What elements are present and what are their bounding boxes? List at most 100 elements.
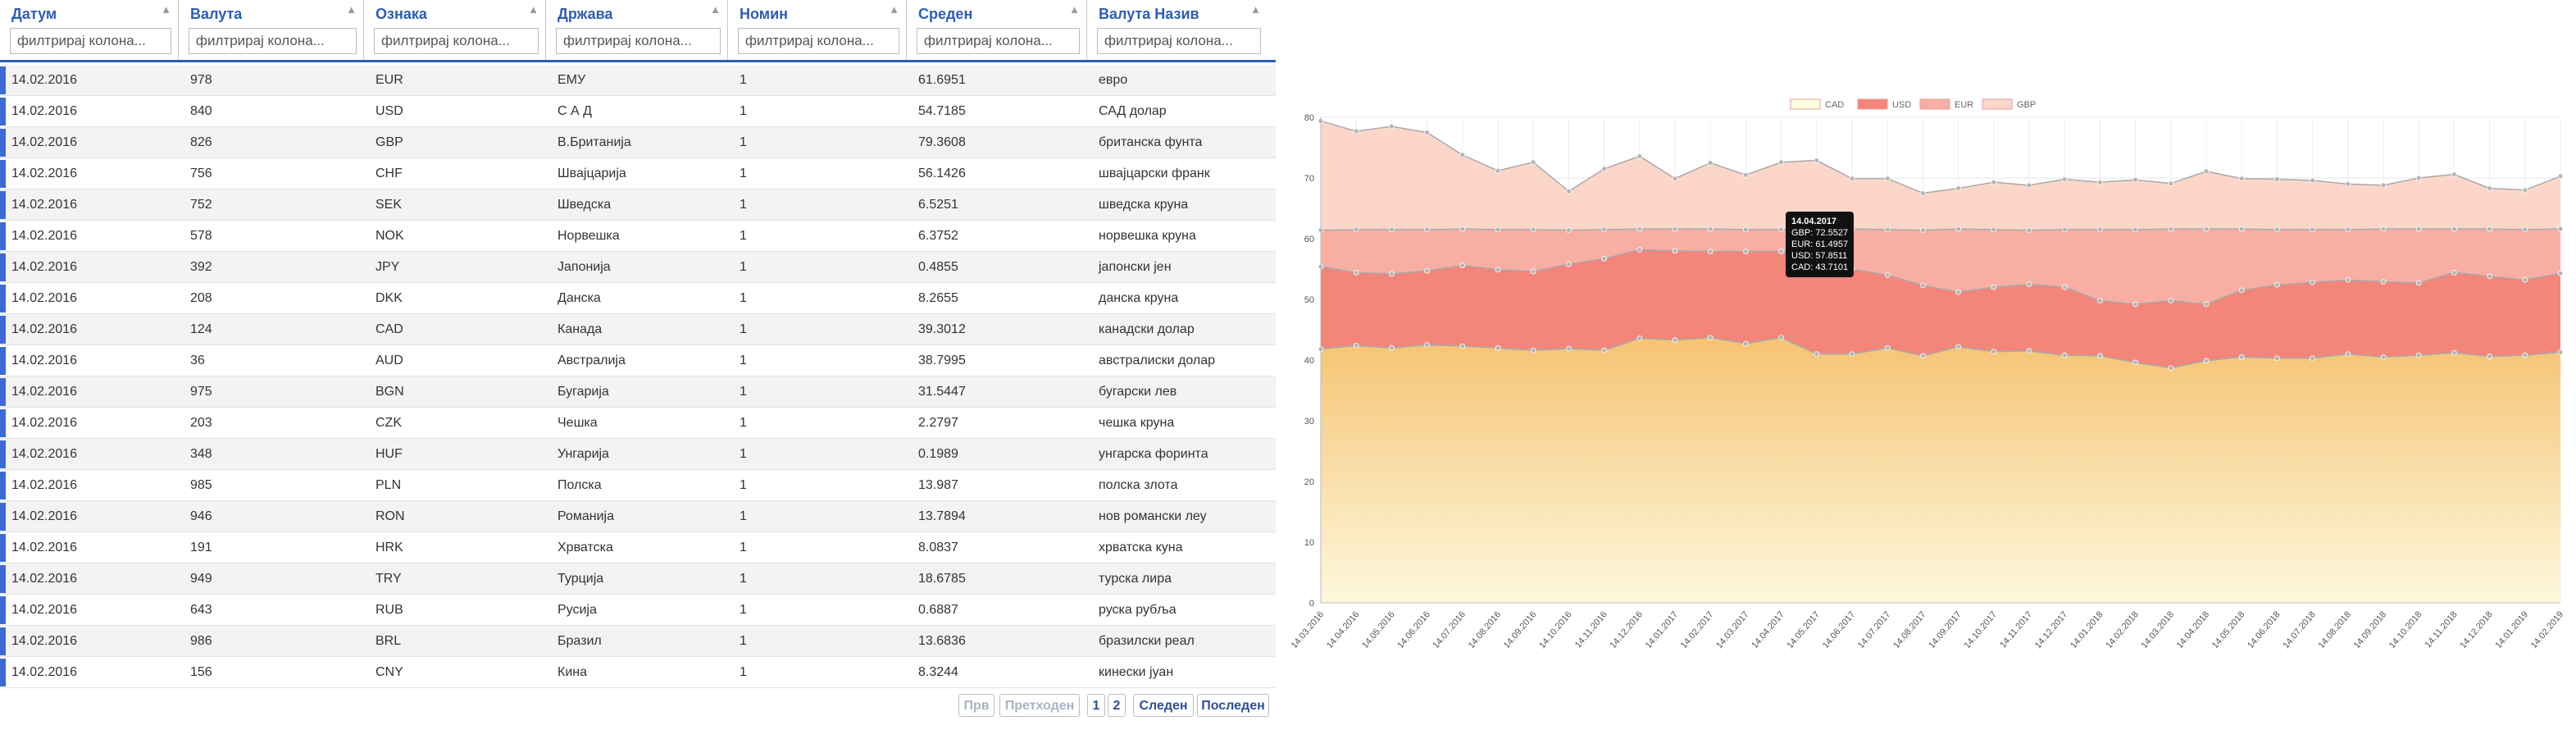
tooltip-title: 14.04.2017 bbox=[1791, 217, 1837, 226]
data-point bbox=[2522, 276, 2528, 283]
table-cell: 0.6887 bbox=[918, 603, 958, 617]
table-cell: 1 bbox=[740, 634, 747, 648]
data-point bbox=[2451, 171, 2457, 177]
table-row[interactable]: 14.02.2016 124 CAD Канада 1 39.3012 канадски д… bbox=[0, 314, 1276, 345]
column-header-middle-rate[interactable]: Среден ▲ bbox=[907, 0, 1087, 60]
data-point bbox=[1778, 335, 1784, 341]
table-row[interactable]: 14.02.2016 156 CNY Кина 1 8.3244 кинески јуан bbox=[0, 657, 1276, 688]
sort-icon[interactable]: ▲ bbox=[346, 3, 357, 16]
sort-icon[interactable]: ▲ bbox=[1250, 3, 1261, 16]
column-title-country[interactable]: Држава bbox=[558, 6, 612, 23]
table-cell: 31.5447 bbox=[918, 385, 966, 399]
data-point bbox=[1495, 267, 1501, 273]
table-row[interactable]: 14.02.2016 986 BRL Бразил 1 13.6836 бразилски … bbox=[0, 626, 1276, 657]
table-cell: 348 bbox=[190, 447, 212, 461]
table-cell: данска круна bbox=[1099, 291, 1179, 305]
column-header-nominal[interactable]: Номин ▲ bbox=[728, 0, 907, 60]
data-point bbox=[1459, 152, 1466, 158]
filter-input-country[interactable] bbox=[556, 28, 721, 54]
table-row[interactable]: 14.02.2016 392 JPY Јапонија 1 0.4855 јапонски … bbox=[0, 252, 1276, 283]
table-row[interactable]: 14.02.2016 348 HUF Унгарија 1 0.1989 унгарска … bbox=[0, 439, 1276, 470]
filter-input-currency-name[interactable] bbox=[1097, 28, 1261, 54]
sort-icon[interactable]: ▲ bbox=[528, 3, 539, 16]
table-row[interactable]: 14.02.2016 578 NOK Норвешка 1 6.3752 норвешка … bbox=[0, 221, 1276, 252]
table-cell: DKK bbox=[375, 291, 403, 305]
table-row[interactable]: 14.02.2016 840 USD С А Д 1 54.7185 САД долар bbox=[0, 96, 1276, 127]
table-row[interactable]: 14.02.2016 36 AUD Австралија 1 38.7995 австрал… bbox=[0, 345, 1276, 376]
table-row[interactable]: 14.02.2016 826 GBP В.Британија 1 79.3608 брита… bbox=[0, 127, 1276, 158]
page-1-button[interactable]: 1 bbox=[1087, 694, 1105, 717]
data-point bbox=[1955, 289, 1961, 295]
sort-icon[interactable]: ▲ bbox=[710, 3, 721, 16]
table-cell: 13.7894 bbox=[918, 509, 966, 523]
column-header-currency[interactable]: Валута ▲ bbox=[179, 0, 364, 60]
table-row[interactable]: 14.02.2016 191 HRK Хрватска 1 8.0837 хрватска … bbox=[0, 532, 1276, 563]
table-row[interactable]: 14.02.2016 643 RUB Русија 1 0.6887 руска рубља bbox=[0, 595, 1276, 626]
column-header-date[interactable]: Датум ▲ bbox=[0, 0, 179, 60]
data-point bbox=[1991, 349, 1997, 355]
table-cell: нов романски леу bbox=[1099, 509, 1207, 523]
data-point bbox=[2415, 175, 2422, 181]
filter-input-nominal[interactable] bbox=[738, 28, 899, 54]
x-tick-label: 14.08.2018 bbox=[2317, 609, 2354, 650]
row-marker bbox=[0, 440, 6, 468]
data-point bbox=[2203, 358, 2210, 364]
page-2-button[interactable]: 2 bbox=[1108, 694, 1126, 717]
sort-icon[interactable]: ▲ bbox=[161, 3, 171, 16]
x-tick-label: 14.11.2017 bbox=[1998, 609, 2034, 650]
filter-input-code[interactable] bbox=[374, 28, 539, 54]
x-tick-label: 14.01.2019 bbox=[2494, 609, 2531, 650]
table-row[interactable]: 14.02.2016 949 TRY Турција 1 18.6785 турска ли… bbox=[0, 563, 1276, 595]
filter-input-currency[interactable] bbox=[189, 28, 357, 54]
column-header-code[interactable]: Ознака ▲ bbox=[364, 0, 546, 60]
data-point bbox=[1920, 190, 1926, 196]
x-tick-label: 14.06.2018 bbox=[2246, 609, 2282, 650]
previous-page-button[interactable]: Претходен bbox=[999, 694, 1080, 717]
x-tick-label: 14.09.2017 bbox=[1927, 609, 1964, 650]
x-tick-label: 14.04.2017 bbox=[1750, 609, 1786, 650]
data-point bbox=[1743, 226, 1749, 233]
table-row[interactable]: 14.02.2016 752 SEK Шведска 1 6.5251 шведска кр… bbox=[0, 189, 1276, 221]
column-header-country[interactable]: Држава ▲ bbox=[546, 0, 728, 60]
filter-input-date[interactable] bbox=[10, 28, 171, 54]
column-title-middle-rate[interactable]: Среден bbox=[918, 6, 972, 23]
x-tick-label: 14.05.2016 bbox=[1360, 609, 1397, 650]
x-tick-label: 14.11.2018 bbox=[2424, 609, 2460, 650]
table-row[interactable]: 14.02.2016 203 CZK Чешка 1 2.2797 чешка круна bbox=[0, 408, 1276, 439]
column-title-nominal[interactable]: Номин bbox=[740, 6, 788, 23]
table-row[interactable]: 14.02.2016 975 BGN Бугарија 1 31.5447 бугарски… bbox=[0, 376, 1276, 408]
data-point bbox=[2274, 176, 2280, 182]
exchange-rate-chart: 0 10 20 30 40 50 60 70 80 14.03.2016 14.04.2016 14.… bbox=[1276, 0, 2576, 730]
data-point bbox=[1920, 353, 1926, 359]
table-cell: Данска bbox=[558, 291, 601, 305]
data-point bbox=[2415, 280, 2422, 286]
table-cell: 1 bbox=[740, 385, 747, 399]
table-cell: 14.02.2016 bbox=[11, 73, 78, 87]
column-header-currency-name[interactable]: Валута Назив ▲ bbox=[1087, 0, 1268, 60]
column-title-date[interactable]: Датум bbox=[11, 6, 57, 23]
column-title-code[interactable]: Ознака bbox=[375, 6, 427, 23]
last-page-button[interactable]: Последен bbox=[1197, 694, 1269, 717]
sort-icon[interactable]: ▲ bbox=[889, 3, 899, 16]
table-cell: 826 bbox=[190, 135, 212, 149]
table-cell: 14.02.2016 bbox=[11, 322, 78, 336]
first-page-button[interactable]: Прв bbox=[958, 694, 994, 717]
table-cell: САД долар bbox=[1099, 104, 1167, 118]
data-point bbox=[2487, 226, 2492, 232]
data-point bbox=[2345, 226, 2351, 233]
data-point bbox=[1707, 160, 1714, 166]
data-point bbox=[2168, 226, 2174, 232]
data-point bbox=[1955, 226, 1961, 232]
table-cell: Хрватска bbox=[558, 541, 613, 554]
table-row[interactable]: 14.02.2016 985 PLN Полска 1 13.987 полска злот… bbox=[0, 470, 1276, 501]
table-row[interactable]: 14.02.2016 978 EUR ЕМУ 1 61.6951 евро bbox=[0, 65, 1276, 96]
table-row[interactable]: 14.02.2016 208 DKK Данска 1 8.2655 данска крун… bbox=[0, 283, 1276, 314]
column-title-currency[interactable]: Валута bbox=[190, 6, 242, 23]
table-row[interactable]: 14.02.2016 946 RON Романија 1 13.7894 нов рома… bbox=[0, 501, 1276, 532]
table-row[interactable]: 14.02.2016 756 CHF Швајцарија 1 56.1426 швајца… bbox=[0, 158, 1276, 189]
table-cell: 14.02.2016 bbox=[11, 260, 78, 274]
filter-input-middle-rate[interactable] bbox=[917, 28, 1080, 54]
sort-icon[interactable]: ▲ bbox=[1069, 3, 1080, 16]
next-page-button[interactable]: Следен bbox=[1133, 694, 1194, 717]
column-title-currency-name[interactable]: Валута Назив bbox=[1099, 6, 1199, 23]
